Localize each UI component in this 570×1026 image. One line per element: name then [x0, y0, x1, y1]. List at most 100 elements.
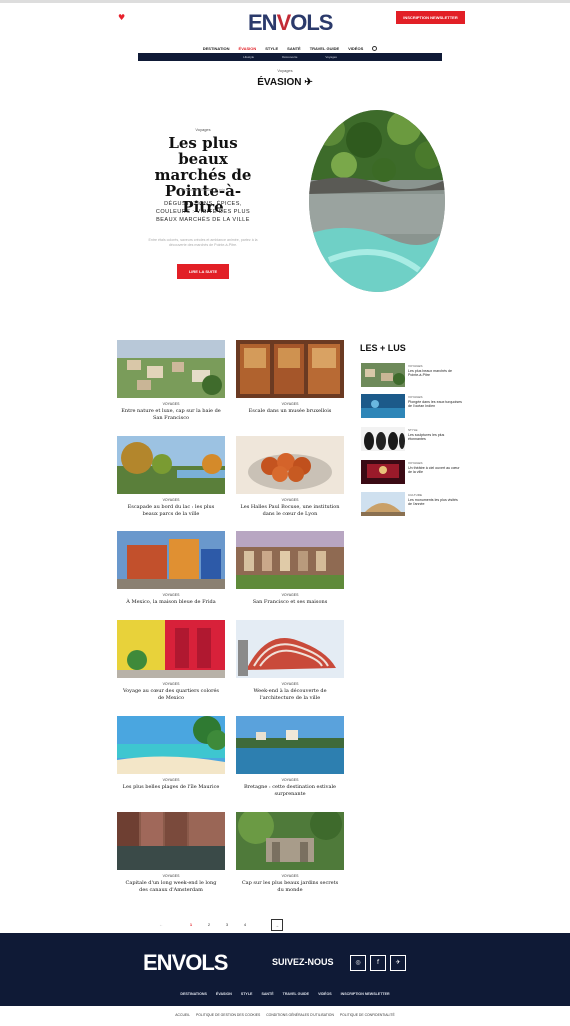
article-image[interactable] [117, 620, 225, 678]
newsletter-button[interactable]: INSCRIPTION NEWSLETTER [396, 11, 465, 24]
most-read-category: CULTURE [408, 493, 422, 497]
nav-item-destination[interactable]: DESTINATION [203, 46, 230, 51]
subnav-item-lifestyle[interactable]: Lifestyle [243, 55, 254, 59]
article-card[interactable]: VOYAGES Escapade au bord du lac : les pl… [117, 436, 225, 518]
follow-us-label: SUIVEZ-NOUS [272, 957, 334, 967]
legal-link[interactable]: POLITIQUE DE CONFIDENTIALITÉ [340, 1013, 395, 1017]
article-title[interactable]: À Mexico, la maison bleue de Frida [117, 599, 225, 606]
nav-item-videos[interactable]: VIDÉOS [348, 46, 363, 51]
most-read-item[interactable]: STYLE Les sculptures les plus étonnantes [361, 427, 461, 451]
site-logo[interactable]: ENVOLS [248, 10, 333, 36]
most-read-category: VOYAGES [408, 395, 423, 399]
pagination-page[interactable]: 1 [185, 919, 197, 931]
article-category: VOYAGES [281, 778, 299, 782]
article-card[interactable]: VOYAGES Cap sur les plus beaux jardins s… [236, 812, 344, 894]
article-card[interactable]: VOYAGES San Francisco et ses maisons [236, 531, 344, 606]
footer-nav-item[interactable]: VIDÉOS [318, 992, 332, 996]
most-read-item-title[interactable]: Plongée dans les eaux turquoises de l'oc… [408, 400, 462, 409]
most-read-thumb[interactable] [361, 427, 405, 451]
article-category: VOYAGES [281, 593, 299, 597]
subnav-item-decouverte[interactable]: Découverte [282, 55, 297, 59]
hero-image[interactable] [309, 110, 445, 292]
article-category: VOYAGES [162, 402, 180, 406]
most-read-item[interactable]: CULTURE Les monuments les plus visités d… [361, 492, 461, 516]
article-title[interactable]: Week-end à la découverte de l'architectu… [236, 688, 344, 702]
article-title[interactable]: Cap sur les plus beaux jardins secrets d… [236, 880, 344, 894]
nav-item-sante[interactable]: SANTÉ [287, 46, 301, 51]
article-card[interactable]: VOYAGES Entre nature et luxe, cap sur la… [117, 340, 225, 422]
legal-link[interactable]: CONDITIONS GÉNÉRALES D'UTILISATION [266, 1013, 334, 1017]
article-card[interactable]: VOYAGES À Mexico, la maison bleue de Fri… [117, 531, 225, 606]
twitter-icon[interactable]: ✈ [390, 955, 406, 971]
article-title[interactable]: Bretagne : cette destination estivale su… [236, 784, 344, 798]
footer-nav-item[interactable]: ÉVASION [216, 992, 232, 996]
facebook-icon[interactable]: f [370, 955, 386, 971]
pagination-page[interactable]: 4 [239, 919, 251, 931]
most-read-item-title[interactable]: Les sculptures les plus étonnantes [408, 433, 462, 442]
read-more-button[interactable]: LIRE LA SUITE [177, 264, 229, 279]
article-image[interactable] [117, 812, 225, 870]
article-title[interactable]: Voyage au cœur des quartiers colorés de … [117, 688, 225, 702]
article-title[interactable]: San Francisco et ses maisons [236, 599, 344, 606]
pagination-page[interactable]: 3 [221, 919, 233, 931]
heart-icon[interactable]: ♥ [118, 13, 125, 22]
hero-text: Entre étals colorés, saveurs créoles et … [148, 238, 258, 247]
footer-nav-item[interactable]: INSCRIPTION NEWSLETTER [341, 992, 390, 996]
hero-lead: DÉGUSTATIONS, ÉPICES, COULEURS : VISITE … [155, 201, 251, 223]
footer-nav-item[interactable]: SANTÉ [261, 992, 273, 996]
plane-icon: ✈ [304, 77, 313, 88]
article-card[interactable]: VOYAGES Voyage au cœur des quartiers col… [117, 620, 225, 702]
article-card[interactable]: VOYAGES Capitale d'un long week-end le l… [117, 812, 225, 894]
article-image[interactable] [117, 531, 225, 589]
main-nav: DESTINATION ÉVASION STYLE SANTÉ TRAVEL G… [138, 44, 442, 52]
subnav-item-voyages[interactable]: Voyages [325, 55, 337, 59]
article-card[interactable]: VOYAGES Escale dans un musée bruxellois [236, 340, 344, 415]
nav-item-evasion[interactable]: ÉVASION [239, 46, 257, 51]
article-image[interactable] [236, 340, 344, 398]
most-read-item[interactable]: VOYAGES Les plus beaux marchés de Pointe… [361, 363, 461, 387]
article-title[interactable]: Les Halles Paul Bocuse, une institution … [236, 504, 344, 518]
most-read-thumb[interactable] [361, 394, 405, 418]
footer-nav-item[interactable]: TRAVEL GUIDE [283, 992, 309, 996]
most-read-thumb[interactable] [361, 460, 405, 484]
article-card[interactable]: VOYAGES Les Halles Paul Bocuse, une inst… [236, 436, 344, 518]
footer-nav-item[interactable]: DESTINATIONS [180, 992, 207, 996]
pagination-next[interactable]: → [271, 919, 283, 931]
most-read-item-title[interactable]: Les plus beaux marchés de Pointe-à-Pitre [408, 369, 462, 378]
most-read-item-title[interactable]: Un théâtre à ciel ouvert au cœur de la v… [408, 466, 462, 475]
legal-link[interactable]: ACCUEIL [175, 1013, 190, 1017]
legal-links: ACCUEIL POLITIQUE DE GESTION DES COOKIES… [0, 1013, 570, 1017]
article-image[interactable] [117, 436, 225, 494]
article-title[interactable]: Escapade au bord du lac : les plus beaux… [117, 504, 225, 518]
article-title[interactable]: Les plus belles plages de l'île Maurice [117, 784, 225, 791]
footer: ENVOLS SUIVEZ-NOUS ◎ f ✈ DESTINATIONS ÉV… [0, 933, 570, 1006]
article-title[interactable]: Entre nature et luxe, cap sur la baie de… [117, 408, 225, 422]
article-image[interactable] [236, 716, 344, 774]
pagination-prev[interactable]: ← [155, 919, 167, 931]
article-image[interactable] [117, 340, 225, 398]
pagination: ← 1 2 3 4 → [155, 919, 305, 931]
footer-nav-item[interactable]: STYLE [241, 992, 253, 996]
most-read-item[interactable]: VOYAGES Un théâtre à ciel ouvert au cœur… [361, 460, 461, 484]
article-card[interactable]: VOYAGES Week-end à la découverte de l'ar… [236, 620, 344, 702]
most-read-thumb[interactable] [361, 363, 405, 387]
article-card[interactable]: VOYAGES Bretagne : cette destination est… [236, 716, 344, 798]
nav-item-style[interactable]: STYLE [265, 46, 278, 51]
article-image[interactable] [236, 812, 344, 870]
article-image[interactable] [236, 620, 344, 678]
article-image[interactable] [117, 716, 225, 774]
most-read-item-title[interactable]: Les monuments les plus visités de l'anné… [408, 498, 462, 507]
article-image[interactable] [236, 531, 344, 589]
nav-item-travel-guide[interactable]: TRAVEL GUIDE [310, 46, 339, 51]
pagination-page[interactable]: 2 [203, 919, 215, 931]
search-icon[interactable] [372, 45, 378, 51]
footer-logo[interactable]: ENVOLS [143, 950, 228, 976]
most-read-thumb[interactable] [361, 492, 405, 516]
instagram-icon[interactable]: ◎ [350, 955, 366, 971]
article-title[interactable]: Escale dans un musée bruxellois [236, 408, 344, 415]
article-title[interactable]: Capitale d'un long week-end le long des … [117, 880, 225, 894]
legal-link[interactable]: POLITIQUE DE GESTION DES COOKIES [196, 1013, 260, 1017]
article-image[interactable] [236, 436, 344, 494]
article-card[interactable]: VOYAGES Les plus belles plages de l'île … [117, 716, 225, 791]
most-read-item[interactable]: VOYAGES Plongée dans les eaux turquoises… [361, 394, 462, 418]
